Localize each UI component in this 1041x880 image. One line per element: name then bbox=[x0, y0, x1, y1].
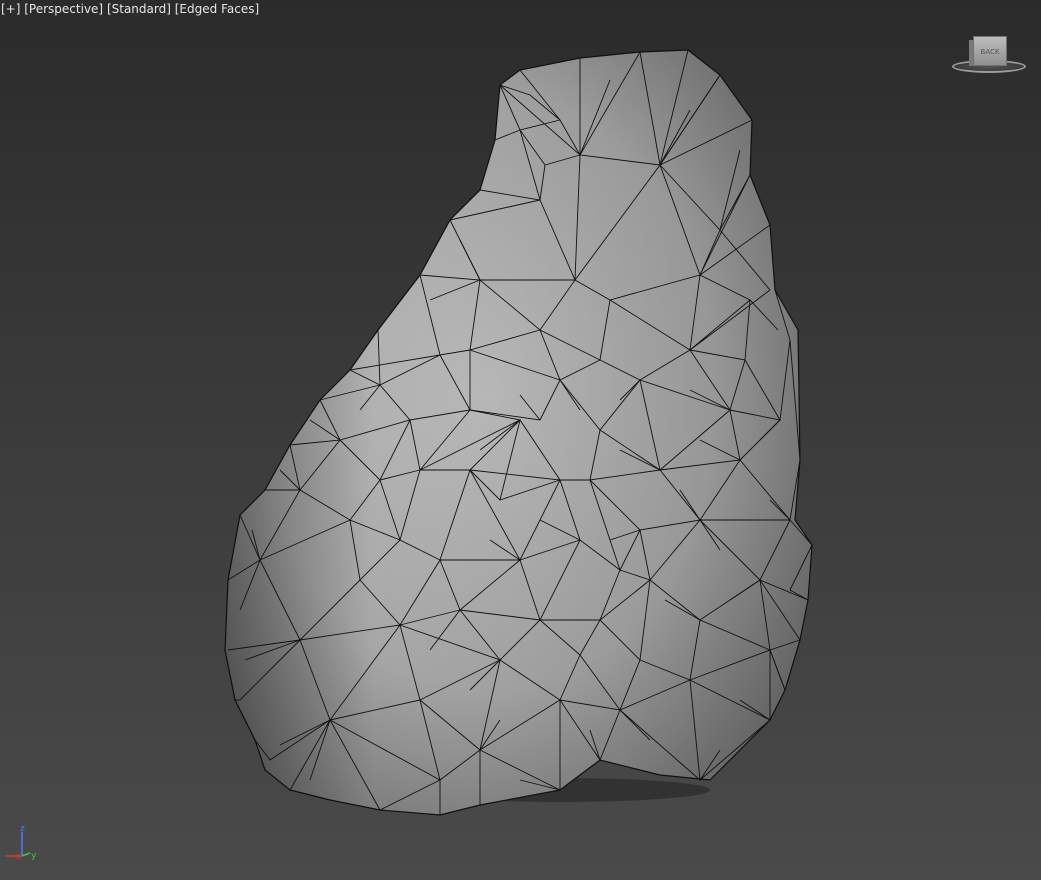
axis-tripod: z x y bbox=[0, 820, 50, 870]
axis-z-label: z bbox=[20, 824, 25, 834]
viewport-menu-plus[interactable]: [+] bbox=[1, 2, 20, 16]
perspective-viewport[interactable]: [+] [Perspective] [Standard] [Edged Face… bbox=[0, 0, 1041, 880]
rock-mesh[interactable] bbox=[0, 0, 1041, 880]
viewport-label: [+] [Perspective] [Standard] [Edged Face… bbox=[1, 2, 259, 16]
mesh-side-shading bbox=[225, 50, 812, 815]
viewcube-back-face[interactable]: BACK bbox=[973, 36, 1007, 66]
viewport-shading-menu[interactable]: [Standard] bbox=[107, 2, 171, 16]
axis-tripod-icon bbox=[5, 832, 31, 857]
viewcube[interactable]: BACK bbox=[948, 30, 1032, 80]
axis-y-label: y bbox=[31, 851, 37, 861]
viewport-display-mode-menu[interactable]: [Edged Faces] bbox=[175, 2, 259, 16]
viewport-view-menu[interactable]: [Perspective] bbox=[24, 2, 103, 16]
axis-x-label: x bbox=[16, 852, 22, 862]
